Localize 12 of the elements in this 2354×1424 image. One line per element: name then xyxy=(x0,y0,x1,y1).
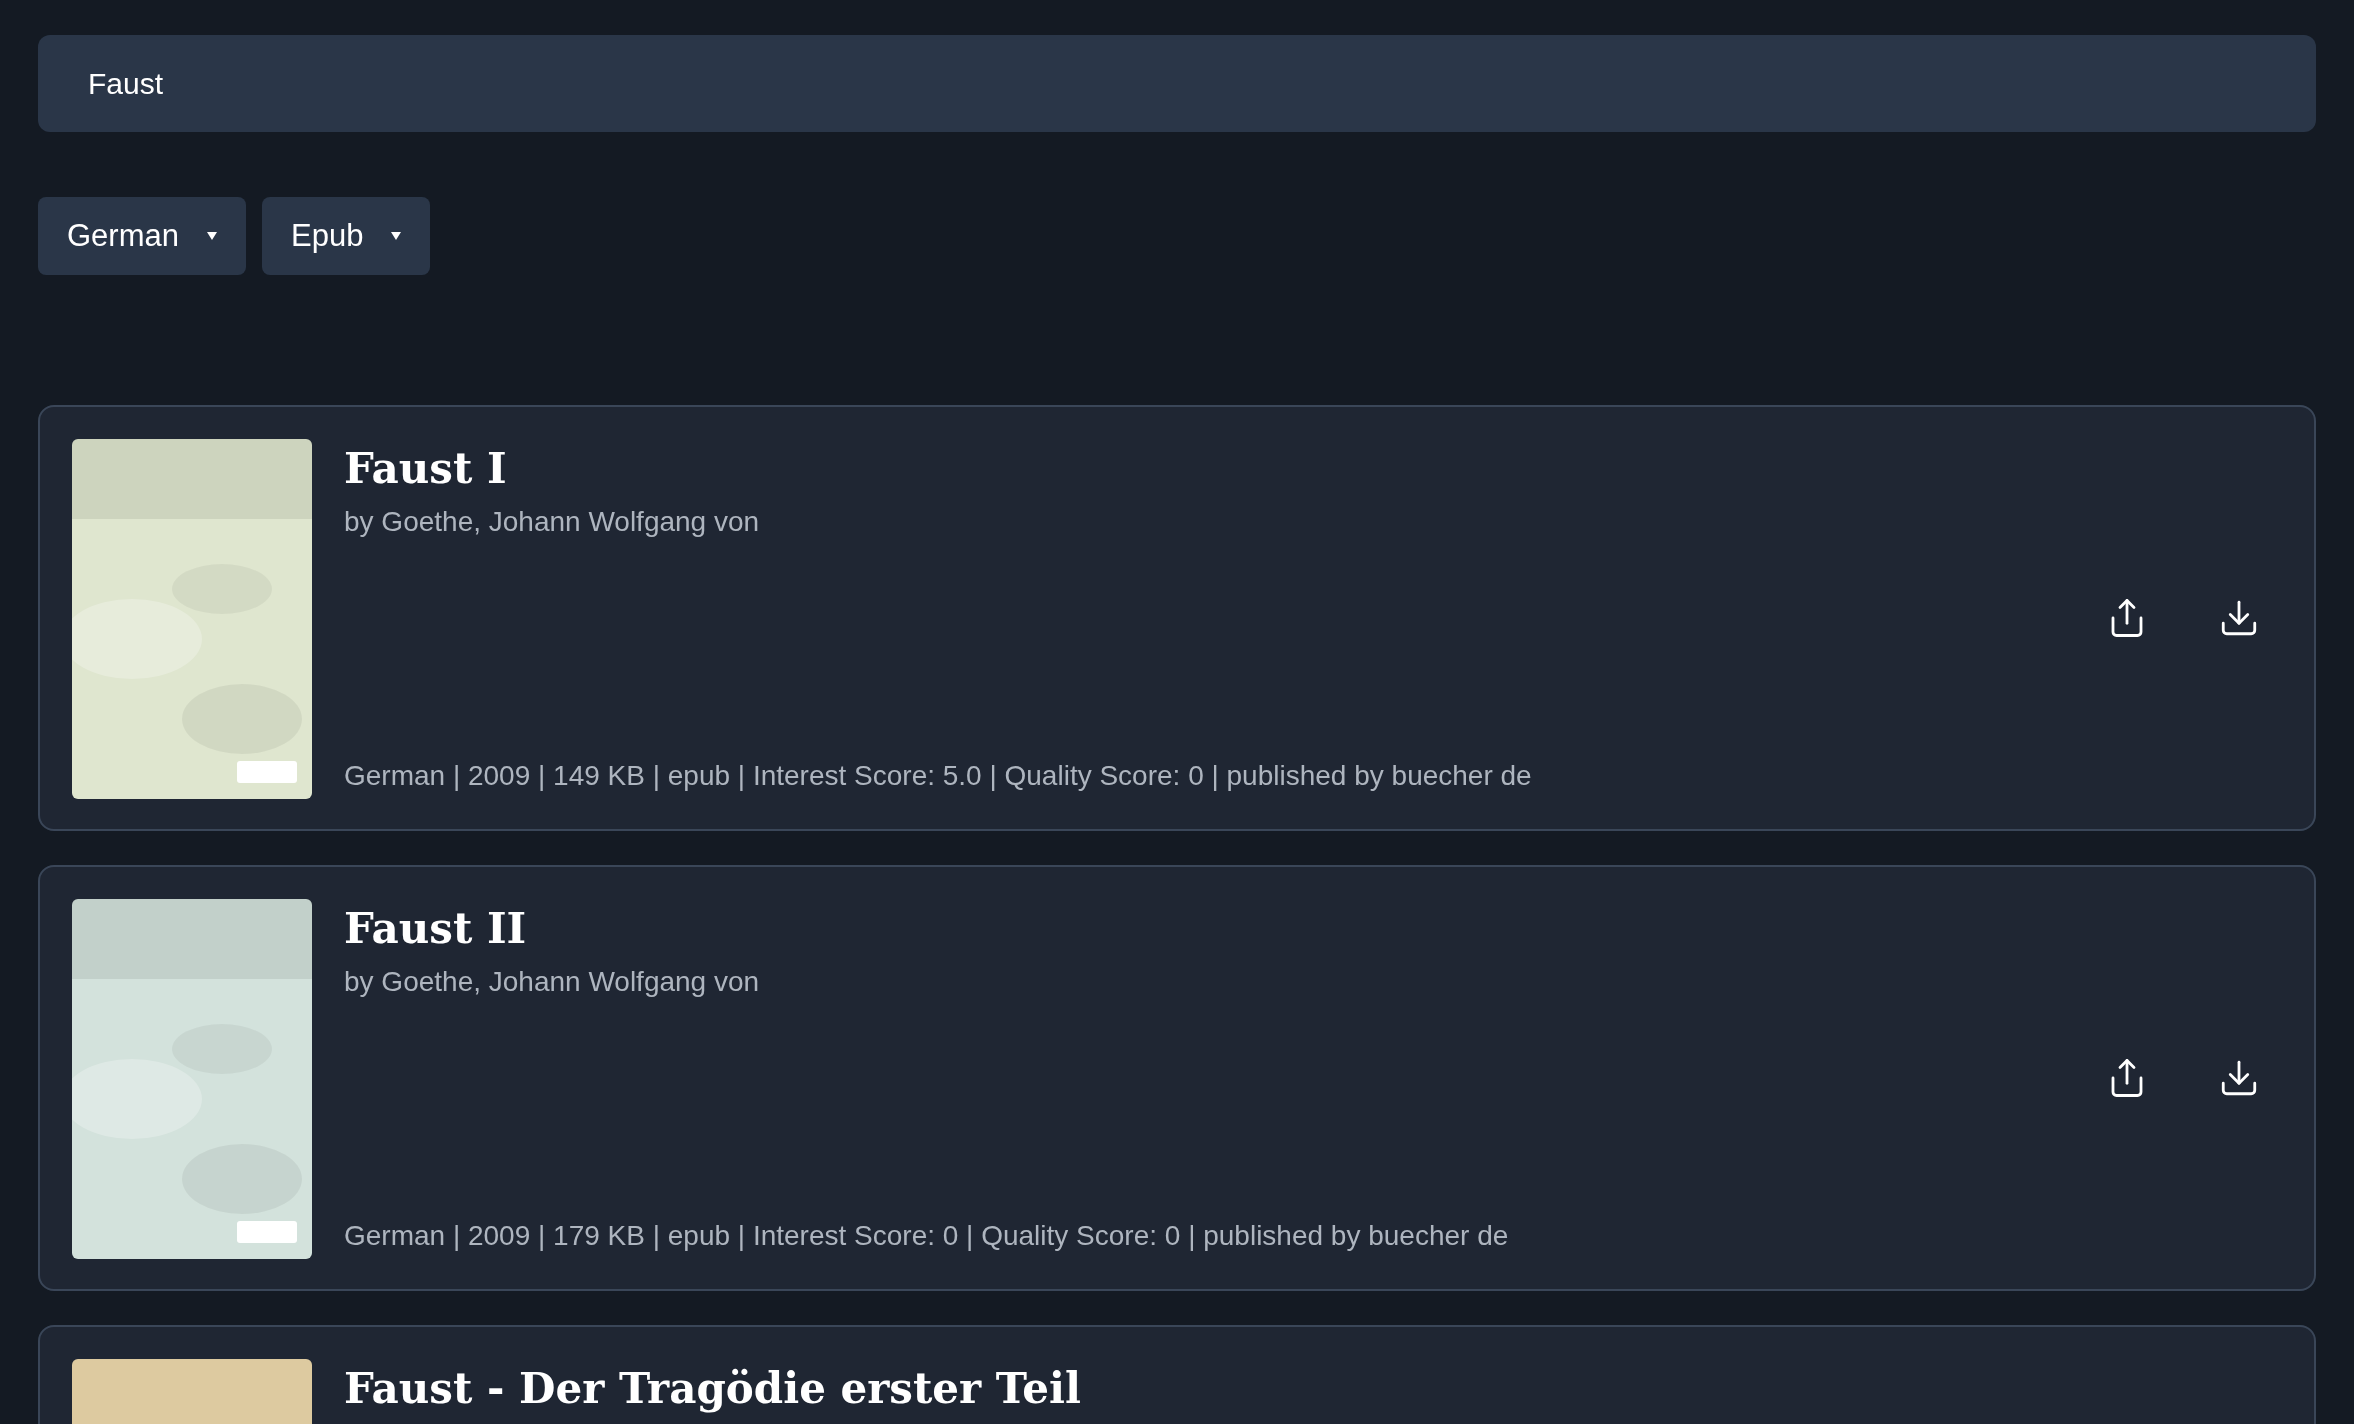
book-title[interactable]: Faust II xyxy=(344,901,2074,957)
caret-icon xyxy=(391,232,402,240)
book-details: German | 2009 | 179 KB | epub | Interest Score: 0 | Quality Score: 0 | published by buecher de xyxy=(344,1219,1510,1253)
book-author: by Goethe, Johann Wolfgang von xyxy=(344,505,761,539)
filter-dropdown[interactable]: German xyxy=(38,197,246,275)
book-author: by Goethe, Johann Wolfgang von xyxy=(344,965,761,999)
filter-dropdown[interactable]: Epub xyxy=(262,197,431,275)
search-field[interactable]: Faust xyxy=(38,35,2316,132)
caret-icon xyxy=(207,232,217,240)
book-title[interactable]: Faust - Der Tragödie erster Teil xyxy=(344,1361,2282,1417)
book-title[interactable]: Faust I xyxy=(344,441,2074,497)
book-details: German | 2009 | 149 KB | epub | Interest Score: 5.0 | Quality Score: 0 | published by buecher de xyxy=(344,759,1533,793)
